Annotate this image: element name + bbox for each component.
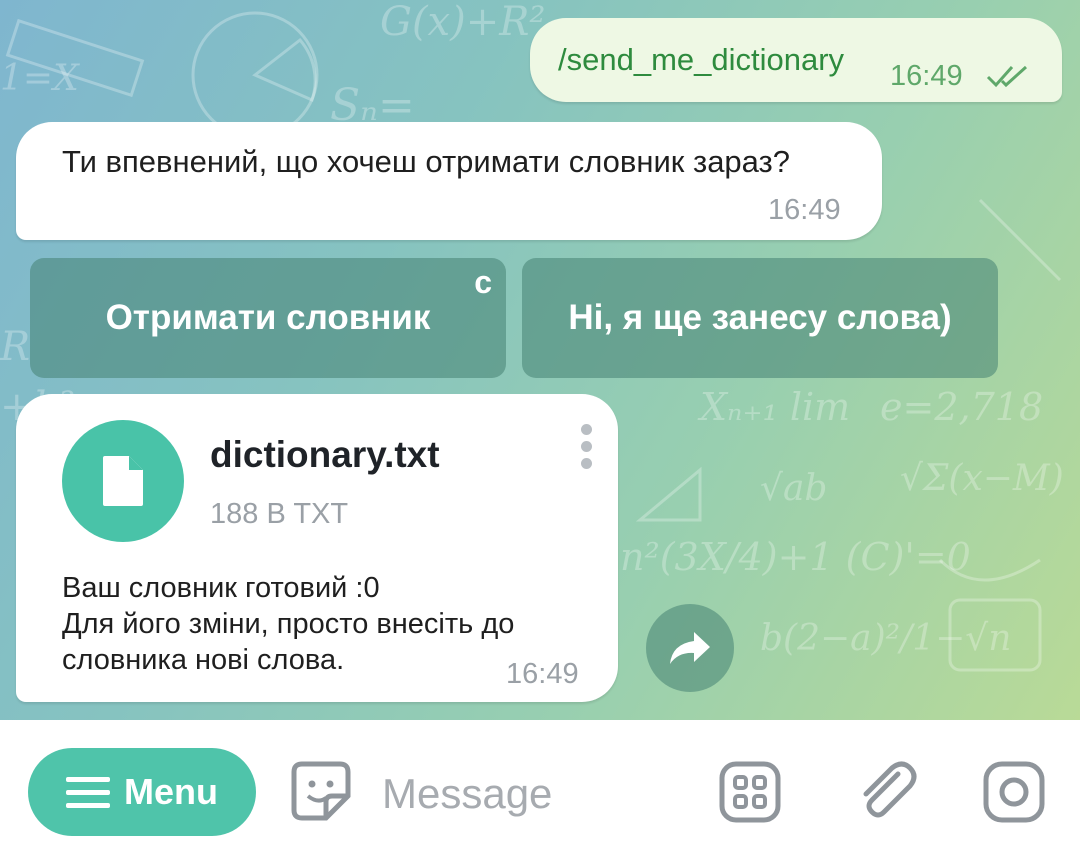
more-vertical-icon[interactable] bbox=[576, 424, 596, 474]
file-icon bbox=[103, 456, 143, 506]
keyboard-button-label: Отримати словник bbox=[105, 298, 431, 337]
file-name[interactable]: dictionary.txt bbox=[210, 434, 440, 476]
svg-text:Xₙ₊₁ lim: Xₙ₊₁ lim bbox=[697, 385, 850, 429]
message-time: 16:49 bbox=[768, 194, 841, 226]
outgoing-message[interactable]: /send_me_dictionary 16:49 bbox=[530, 18, 1062, 102]
attach-icon[interactable] bbox=[852, 756, 922, 826]
file-download-button[interactable] bbox=[62, 420, 184, 542]
message-time: 16:49 bbox=[506, 658, 579, 690]
bot-commands-icon[interactable] bbox=[718, 760, 782, 824]
menu-button-label: Menu bbox=[124, 771, 218, 812]
share-icon bbox=[670, 632, 710, 664]
message-input-bar: Menu bbox=[0, 720, 1080, 847]
chat-background: G(x)+R² Sₙ= Xₙ₊₁ lim e=2,718 √ab √Σ(x−M)… bbox=[0, 0, 1080, 720]
double-check-icon bbox=[986, 65, 1028, 88]
message-input[interactable] bbox=[380, 760, 684, 828]
sticker-icon[interactable] bbox=[288, 758, 354, 824]
file-meta: 188 B TXT bbox=[210, 498, 349, 530]
svg-text:b(2−a)²/1−√n: b(2−a)²/1−√n bbox=[760, 618, 1011, 659]
svg-text:√Σ(x−M): √Σ(x−M) bbox=[900, 458, 1064, 499]
svg-text:G(x)+R²: G(x)+R² bbox=[380, 0, 545, 45]
keyboard-button-get-dictionary[interactable]: Отримати словник c bbox=[30, 258, 506, 378]
keyboard-button-label: Ні, я ще занесу слова) bbox=[568, 298, 952, 337]
keyboard-button-corner-glyph: c bbox=[474, 264, 492, 300]
svg-text:1=X: 1=X bbox=[0, 58, 80, 99]
svg-text:√ab: √ab bbox=[760, 468, 827, 509]
svg-text:R: R bbox=[0, 324, 30, 370]
menu-button[interactable]: Menu bbox=[28, 748, 256, 836]
file-message[interactable]: dictionary.txt 188 B TXT Ваш словник гот… bbox=[16, 394, 618, 702]
svg-text:e=2,718: e=2,718 bbox=[880, 385, 1043, 429]
camera-icon[interactable] bbox=[982, 760, 1046, 824]
incoming-text: Ти впевнений, що хочеш отримати словник … bbox=[62, 144, 791, 179]
svg-text:n²(3X/4)+1 (C)'=0: n²(3X/4)+1 (C)'=0 bbox=[620, 535, 971, 579]
caption-line: Ваш словник готовий :0 bbox=[62, 572, 380, 604]
menu-icon bbox=[66, 777, 110, 808]
keyboard-button-add-words[interactable]: Ні, я ще занесу слова) bbox=[522, 258, 998, 378]
outgoing-text[interactable]: /send_me_dictionary bbox=[558, 42, 844, 78]
message-time: 16:49 bbox=[890, 60, 963, 92]
caption-line: Для його зміни, просто внесіть до bbox=[62, 608, 515, 640]
incoming-message[interactable]: Ти впевнений, що хочеш отримати словник … bbox=[16, 122, 882, 240]
share-button[interactable] bbox=[646, 604, 734, 692]
